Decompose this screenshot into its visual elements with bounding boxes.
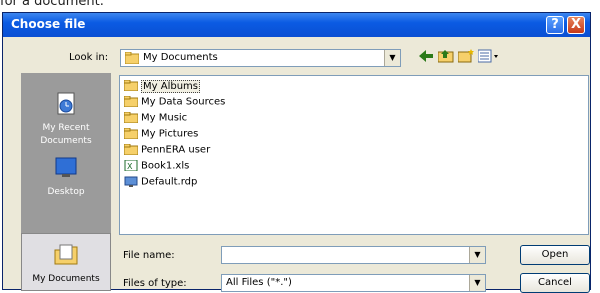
up-folder-icon[interactable] [437, 49, 455, 67]
file-name: My Albums [141, 79, 200, 93]
files-of-type-label: Files of type: [123, 278, 187, 289]
look-in-dropdown[interactable]: My Documents ▼ [120, 49, 401, 67]
my-documents-icon [54, 244, 78, 265]
my-documents-icon [125, 52, 139, 64]
chevron-down-icon[interactable]: ▼ [469, 275, 485, 291]
file-name: My Data Sources [141, 96, 226, 108]
folder-icon [124, 128, 138, 139]
place-my-recent-documents[interactable]: My Recent Documents [21, 91, 111, 147]
file-name: PennERA user [141, 144, 211, 156]
file-item-default-rdp[interactable]: Default.rdp [124, 176, 197, 191]
recent-documents-icon [57, 92, 75, 115]
title-bar[interactable]: Choose file ? X [3, 13, 590, 37]
file-name: My Music [141, 112, 188, 124]
choose-file-dialog: Choose file ? X Look in: My Documents ▼ [2, 12, 591, 293]
places-bar: My Recent Documents Desktop My Documents [21, 73, 111, 291]
file-name: Default.rdp [141, 176, 198, 188]
file-item-pennera-user[interactable]: PennERA user [124, 144, 210, 159]
folder-icon [124, 144, 138, 155]
file-item-my-data-sources[interactable]: My Data Sources [124, 96, 225, 111]
file-item-my-albums[interactable]: My Albums [124, 79, 200, 95]
new-folder-icon[interactable] [457, 49, 475, 67]
caption-text: for a document. [0, 0, 104, 9]
excel-file-icon: X [124, 160, 138, 171]
folder-icon [124, 112, 138, 123]
svg-text:X: X [127, 162, 133, 171]
cancel-button[interactable]: Cancel [520, 273, 590, 293]
file-item-book1-xls[interactable]: X Book1.xls [124, 160, 189, 175]
file-list[interactable]: My Albums My Data Sources My Music My Pi… [119, 75, 589, 235]
desktop-icon [55, 157, 77, 177]
chevron-down-icon[interactable]: ▼ [469, 247, 485, 263]
rdp-file-icon [124, 176, 138, 187]
file-item-my-pictures[interactable]: My Pictures [124, 128, 198, 143]
open-button[interactable]: Open [520, 245, 590, 265]
place-label: My Documents [32, 274, 100, 284]
place-label: Desktop [47, 187, 85, 197]
chevron-down-icon[interactable]: ▼ [384, 50, 400, 66]
place-label-line1: My Recent [42, 123, 90, 133]
look-in-value: My Documents [143, 52, 218, 63]
views-menu-icon[interactable] [477, 49, 501, 67]
file-name: Book1.xls [141, 160, 190, 172]
dialog-title: Choose file [11, 17, 86, 31]
back-arrow-icon[interactable] [417, 49, 435, 67]
files-of-type-value: All Files ("*.") [226, 277, 292, 288]
close-button[interactable]: X [567, 16, 585, 34]
place-my-documents[interactable]: My Documents [21, 233, 111, 291]
folder-icon [124, 96, 138, 107]
place-desktop[interactable]: Desktop [21, 155, 111, 198]
look-in-label: Look in: [69, 52, 109, 63]
place-label-line2: Documents [40, 136, 92, 146]
files-of-type-dropdown[interactable]: All Files ("*.") ▼ [221, 274, 486, 292]
file-name-input[interactable]: ▼ [221, 246, 486, 264]
file-name-label: File name: [123, 250, 175, 261]
file-name: My Pictures [141, 128, 199, 140]
help-button[interactable]: ? [546, 16, 564, 34]
file-item-my-music[interactable]: My Music [124, 112, 187, 127]
folder-icon [124, 80, 138, 91]
